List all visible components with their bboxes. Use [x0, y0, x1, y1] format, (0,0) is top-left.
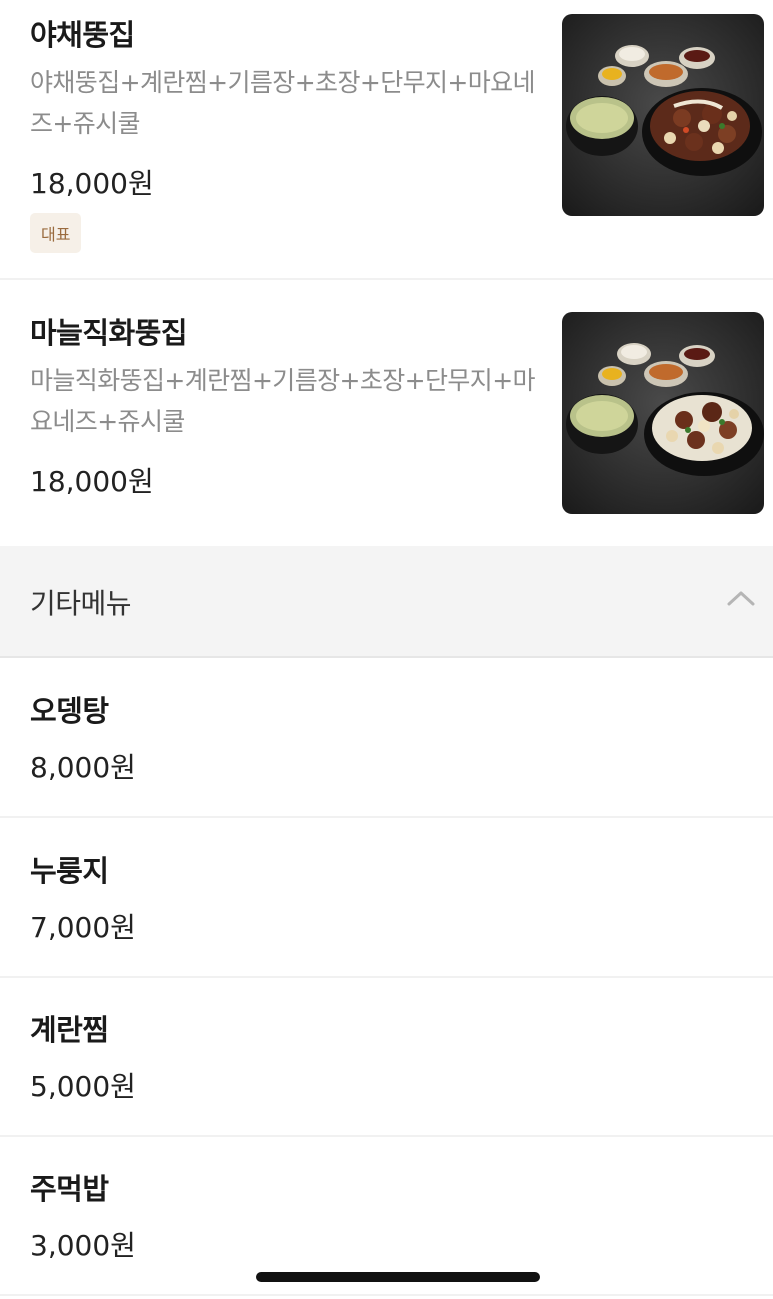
signature-badge: 대표 [30, 213, 82, 253]
menu-item-description: 야채뚱집+계란찜+기름장+초장+단무지+마요네즈+쥬시쿨 [30, 68, 536, 138]
menu-item-name: 오뎅탕 [30, 694, 109, 728]
menu-item-name: 계란찜 [30, 1013, 109, 1047]
menu-item-photo[interactable] [562, 14, 764, 216]
menu-item-price: 8,000원 [30, 751, 136, 784]
menu-item-name: 야채뚱집 [30, 18, 135, 52]
menu-item-name: 누룽지 [30, 854, 109, 888]
menu-item[interactable]: 야채뚱집 야채뚱집+계란찜+기름장+초장+단무지+마요네즈+쥬시쿨 18,000… [0, 0, 773, 280]
menu-item-price: 7,000원 [30, 911, 136, 944]
menu-item-price: 5,000원 [30, 1070, 136, 1103]
menu-item-description: 마늘직화뚱집+계란찜+기름장+초장+단무지+마요네즈+쥬시쿨 [30, 366, 536, 436]
menu-item-name: 주먹밥 [30, 1172, 109, 1206]
category-header-other-menu[interactable]: 기타메뉴 [0, 546, 773, 658]
chevron-up-icon[interactable] [726, 584, 756, 614]
menu-page: 야채뚱집 야채뚱집+계란찜+기름장+초장+단무지+마요네즈+쥬시쿨 18,000… [0, 0, 773, 1299]
menu-item-price: 18,000원 [30, 465, 154, 498]
menu-item-price: 18,000원 [30, 167, 154, 200]
category-title: 기타메뉴 [30, 587, 132, 620]
menu-item[interactable]: 계란찜 5,000원 [0, 977, 773, 1137]
menu-item-name: 마늘직화뚱집 [30, 316, 188, 350]
menu-item[interactable]: 마늘직화뚱집 마늘직화뚱집+계란찜+기름장+초장+단무지+마요네즈+쥬시쿨 18… [0, 280, 773, 546]
menu-item[interactable]: 누룽지 7,000원 [0, 818, 773, 978]
menu-item-photo[interactable] [562, 312, 764, 514]
menu-item-price: 3,000원 [30, 1229, 136, 1262]
home-indicator[interactable] [256, 1272, 540, 1282]
menu-item[interactable]: 오뎅탕 8,000원 [0, 658, 773, 818]
